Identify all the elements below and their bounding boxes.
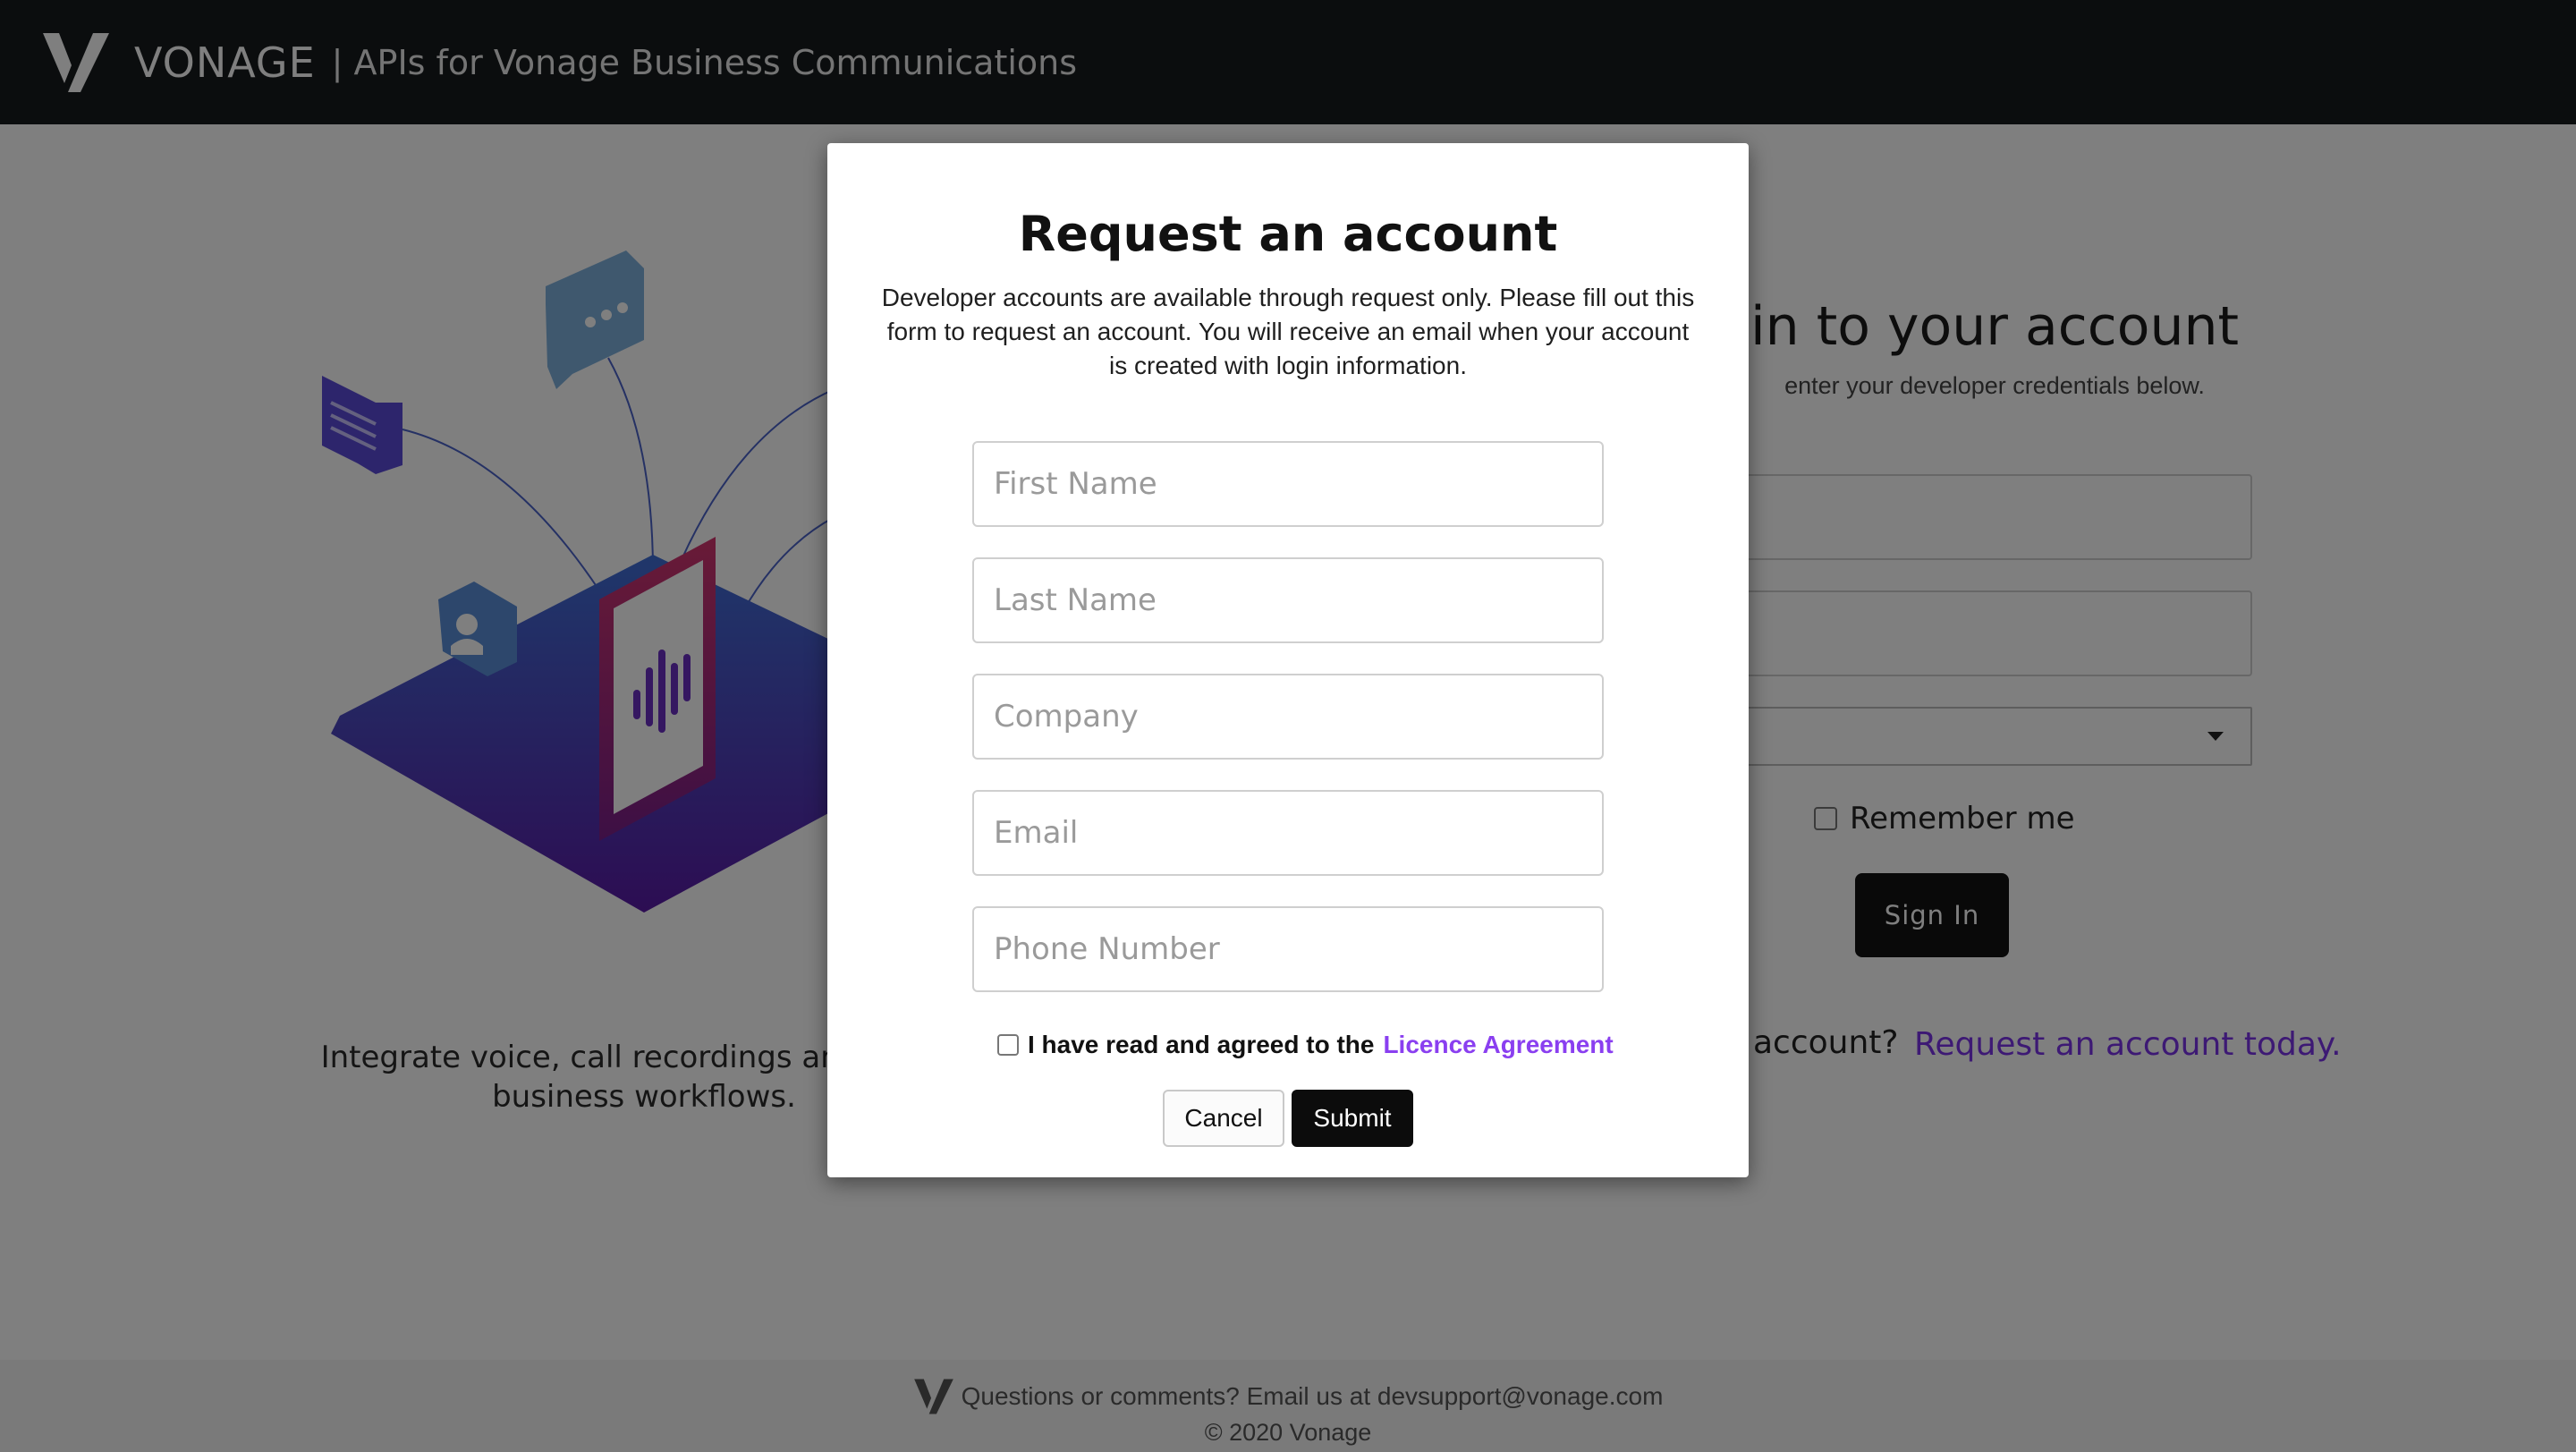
- request-account-modal: Request an account Developer accounts ar…: [827, 143, 1749, 1177]
- company-input[interactable]: [972, 674, 1604, 760]
- licence-agreement-row: I have read and agreed to the Licence Ag…: [997, 1031, 1614, 1059]
- email-input[interactable]: [972, 790, 1604, 876]
- licence-agreement-text: I have read and agreed to the: [1028, 1031, 1375, 1058]
- licence-agreement-checkbox[interactable]: [997, 1034, 1019, 1056]
- first-name-input[interactable]: [972, 441, 1604, 527]
- modal-description: Developer accounts are available through…: [881, 284, 1695, 379]
- submit-button[interactable]: Submit: [1292, 1090, 1413, 1147]
- last-name-input[interactable]: [972, 557, 1604, 643]
- licence-agreement-link[interactable]: Licence Agreement: [1383, 1031, 1613, 1059]
- modal-title: Request an account: [1018, 206, 1558, 262]
- cancel-button[interactable]: Cancel: [1163, 1090, 1284, 1147]
- phone-number-input[interactable]: [972, 906, 1604, 992]
- header-shade: [0, 0, 2576, 124]
